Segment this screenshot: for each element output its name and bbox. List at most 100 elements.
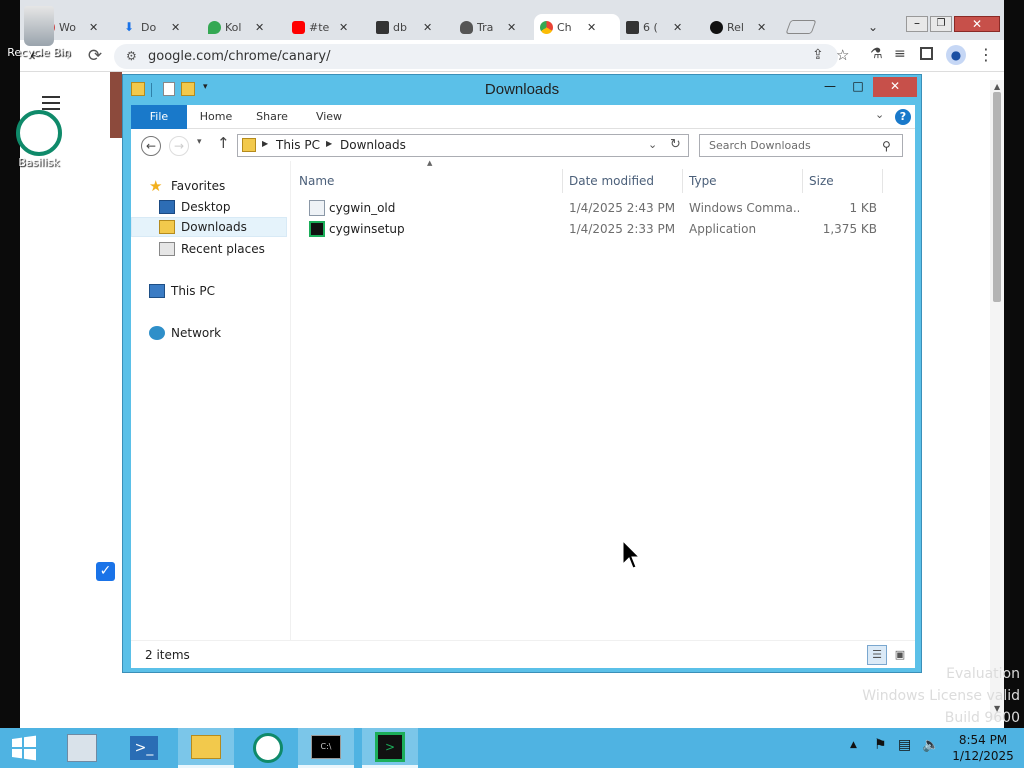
breadcrumb-item[interactable]: This PC bbox=[276, 138, 320, 152]
close-icon[interactable]: ✕ bbox=[89, 21, 98, 34]
taskbar-server-manager[interactable] bbox=[54, 728, 110, 768]
nav-recent-places[interactable]: Recent places bbox=[159, 239, 287, 259]
server-manager-icon bbox=[67, 734, 97, 762]
basilisk-icon bbox=[16, 110, 62, 156]
minimize-button[interactable]: — bbox=[817, 77, 843, 97]
search-icon[interactable]: ⚲ bbox=[882, 136, 891, 157]
scroll-up-arrow-icon[interactable]: ▲ bbox=[994, 82, 1000, 91]
help-icon[interactable]: ? bbox=[895, 109, 911, 125]
taskbar-cygwin-terminal[interactable]: > bbox=[362, 728, 418, 768]
large-icons-view-icon[interactable]: ▣ bbox=[891, 646, 909, 664]
close-icon[interactable]: ✕ bbox=[255, 21, 264, 34]
refresh-icon[interactable]: ↻ bbox=[670, 137, 681, 152]
expand-ribbon-chevron-icon[interactable]: ⌄ bbox=[875, 108, 884, 121]
tab-title: Do bbox=[141, 20, 157, 34]
tab-share[interactable]: Share bbox=[249, 105, 295, 129]
recent-locations-chevron-icon[interactable]: ▾ bbox=[197, 137, 202, 147]
desktop-icon-basilisk[interactable]: Basilisk bbox=[4, 110, 74, 169]
column-header-name[interactable]: Name bbox=[293, 169, 563, 193]
lab-flask-icon[interactable]: ⚗ bbox=[870, 46, 883, 62]
tab-title: Kol bbox=[225, 20, 242, 34]
tab-home[interactable]: Home bbox=[193, 105, 239, 129]
show-hidden-icons-icon[interactable]: ▲ bbox=[850, 740, 857, 750]
minimize-button[interactable]: – bbox=[906, 16, 928, 32]
nav-this-pc[interactable]: This PC bbox=[149, 281, 289, 301]
menu-kebab-icon[interactable]: ⋮ bbox=[978, 45, 994, 64]
nav-downloads[interactable]: Downloads bbox=[131, 217, 287, 237]
clock[interactable]: 8:54 PM 1/12/2025 bbox=[948, 732, 1018, 764]
close-icon[interactable]: ✕ bbox=[423, 21, 432, 34]
browser-tab-active[interactable]: Ch ✕ bbox=[534, 14, 620, 40]
file-row[interactable]: cygwinsetup 1/4/2025 2:33 PM Application… bbox=[293, 219, 913, 240]
tab-title: 6 ( bbox=[643, 20, 658, 34]
bookmark-star-icon[interactable]: ☆ bbox=[836, 46, 849, 64]
maximize-button[interactable]: □ bbox=[845, 77, 871, 97]
media-playlist-icon[interactable]: ≡ bbox=[894, 46, 906, 62]
tab-search-chevron-icon[interactable]: ⌄ bbox=[868, 20, 878, 34]
nav-label: Desktop bbox=[181, 200, 231, 214]
nav-network[interactable]: Network bbox=[149, 323, 289, 343]
browser-tab[interactable]: ⬇ Do ✕ bbox=[118, 14, 202, 40]
browser-tab[interactable]: Kol ✕ bbox=[202, 14, 286, 40]
github-icon bbox=[710, 20, 723, 34]
address-dropdown-chevron-icon[interactable]: ⌄ bbox=[648, 138, 657, 151]
taskbar-powershell[interactable]: >_ bbox=[116, 728, 172, 768]
column-header-size[interactable]: Size bbox=[803, 169, 883, 193]
site-info-icon[interactable]: ⚙ bbox=[126, 49, 137, 63]
close-icon[interactable]: ✕ bbox=[507, 21, 516, 34]
recycle-bin-icon bbox=[24, 6, 54, 46]
reload-icon[interactable]: ⟳ bbox=[84, 44, 106, 68]
file-list: ▲ Name Date modified Type Size cygwin_ol… bbox=[293, 159, 915, 640]
maximize-button[interactable]: ❐ bbox=[930, 16, 952, 32]
column-header-type[interactable]: Type bbox=[683, 169, 803, 193]
browser-tab[interactable]: 6 ( ✕ bbox=[620, 14, 704, 40]
back-arrow-icon[interactable]: ← bbox=[141, 136, 161, 156]
breadcrumb-separator-icon[interactable]: ▶ bbox=[262, 139, 268, 148]
file-row[interactable]: cygwin_old 1/4/2025 2:43 PM Windows Comm… bbox=[293, 198, 913, 219]
hamburger-menu-icon[interactable] bbox=[42, 96, 60, 110]
tab-strip: Wo ✕ ⬇ Do ✕ Kol ✕ #te ✕ db ✕ Tra ✕ Ch ✕ … bbox=[20, 0, 1004, 40]
profile-avatar-icon[interactable]: ● bbox=[946, 45, 966, 65]
nav-favorites[interactable]: ★ Favorites bbox=[149, 176, 289, 196]
close-icon[interactable]: ✕ bbox=[757, 21, 766, 34]
tab-view[interactable]: View bbox=[307, 105, 351, 129]
share-icon[interactable]: ⇪ bbox=[812, 47, 824, 63]
scrollbar-thumb[interactable] bbox=[993, 92, 1001, 302]
action-center-flag-icon[interactable]: ⚑ bbox=[874, 737, 887, 753]
desktop-background-right bbox=[1004, 0, 1024, 728]
breadcrumb-separator-icon[interactable]: ▶ bbox=[326, 139, 332, 148]
close-icon[interactable]: ✕ bbox=[339, 21, 348, 34]
taskbar-file-explorer[interactable] bbox=[178, 728, 234, 768]
start-button[interactable] bbox=[0, 728, 48, 768]
details-view-icon[interactable]: ☰ bbox=[867, 645, 887, 665]
network-status-icon[interactable]: ▤ bbox=[898, 737, 911, 753]
taskbar-basilisk[interactable] bbox=[240, 728, 296, 768]
close-icon[interactable]: ✕ bbox=[673, 21, 682, 34]
mouse-cursor-icon bbox=[622, 540, 640, 569]
browser-tab[interactable]: Rel ✕ bbox=[704, 14, 788, 40]
forward-arrow-icon[interactable]: → bbox=[169, 136, 189, 156]
close-window-button[interactable]: ✕ bbox=[873, 77, 917, 97]
close-icon[interactable]: ✕ bbox=[171, 21, 180, 34]
checkbox[interactable]: ✓ bbox=[96, 562, 115, 581]
explorer-titlebar[interactable]: ▾ Downloads — □ ✕ bbox=[123, 75, 921, 105]
address-bar[interactable]: google.com/chrome/canary/ bbox=[114, 44, 838, 69]
breadcrumb[interactable]: ▶ This PC ▶ Downloads ⌄ ↻ bbox=[237, 134, 689, 157]
column-header-date[interactable]: Date modified bbox=[563, 169, 683, 193]
volume-muted-icon[interactable]: 🔈 bbox=[922, 737, 939, 753]
close-icon[interactable]: ✕ bbox=[587, 21, 596, 34]
close-window-button[interactable]: ✕ bbox=[954, 16, 1000, 32]
browser-tab[interactable]: Tra ✕ bbox=[454, 14, 538, 40]
nav-label: Downloads bbox=[181, 220, 247, 234]
browser-tab[interactable]: db ✕ bbox=[370, 14, 454, 40]
search-input[interactable]: Search Downloads ⚲ bbox=[699, 134, 903, 157]
taskbar-cmd[interactable]: C:\ bbox=[298, 728, 354, 768]
desktop-icon-recycle-bin[interactable]: Recycle Bin bbox=[4, 6, 74, 59]
browser-tab[interactable]: #te ✕ bbox=[286, 14, 370, 40]
up-arrow-icon[interactable]: ↑ bbox=[217, 134, 230, 152]
side-panel-icon[interactable] bbox=[920, 47, 933, 60]
new-tab-button[interactable] bbox=[785, 20, 817, 34]
nav-desktop[interactable]: Desktop bbox=[159, 197, 287, 217]
breadcrumb-item[interactable]: Downloads bbox=[340, 138, 406, 152]
tab-file[interactable]: File bbox=[131, 105, 187, 129]
